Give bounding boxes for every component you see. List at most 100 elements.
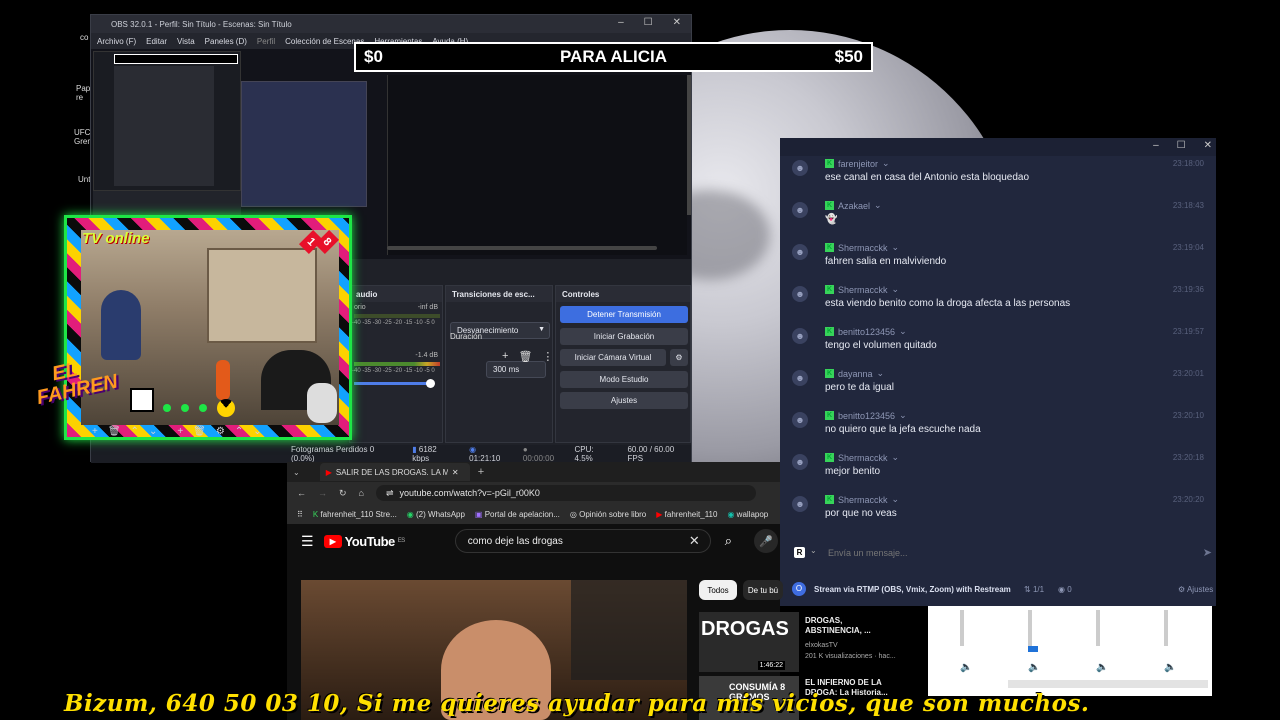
avatar[interactable]: ☻ xyxy=(792,286,808,302)
bookmark-item[interactable]: ▶ fahrenheit_110 xyxy=(656,510,717,519)
mixer-slider[interactable] xyxy=(1028,610,1032,646)
speaker-icon[interactable]: 🔈 xyxy=(1028,662,1040,673)
chevron-down-icon[interactable]: ⌄ xyxy=(810,546,817,555)
duration-input[interactable]: 300 ms xyxy=(486,361,546,378)
chat-username[interactable]: Kdayanna ⌄ xyxy=(825,368,884,379)
menu-vista[interactable]: Vista xyxy=(177,37,195,46)
menu-paneles[interactable]: Paneles (D) xyxy=(205,37,247,46)
chat-username[interactable]: K Shermacckk ⌄ xyxy=(825,284,899,295)
search-icon[interactable]: ⌕ xyxy=(725,533,732,549)
menu-coleccion[interactable]: Colección de Escenas xyxy=(285,37,364,46)
chat-username[interactable]: K Azakael ⌄ xyxy=(825,200,882,211)
address-bar[interactable]: ⇌ youtube.com/watch?v=-pGil_r00K0 xyxy=(375,485,756,501)
gear-icon[interactable]: ⚙ xyxy=(670,349,688,366)
chevron-up-icon[interactable]: ⌃ xyxy=(235,426,243,437)
apps-icon[interactable]: ⠿ xyxy=(297,510,303,519)
bookmark-item[interactable]: ▣ Portal de apelacion... xyxy=(475,510,560,519)
chevron-down-icon[interactable]: ⌄ xyxy=(149,426,157,437)
menu-editar[interactable]: Editar xyxy=(146,37,167,46)
mixer-slider-thumb[interactable] xyxy=(1028,646,1038,652)
chevron-up-icon[interactable]: ⌃ xyxy=(131,426,139,437)
bookmark-label: fahrenheit_110 Stre... xyxy=(320,509,397,519)
browser-tab[interactable]: ▶ SALIR DE LAS DROGAS. LA MEJ ✕ xyxy=(319,463,470,481)
chip-from-search[interactable]: De tu bú xyxy=(743,580,783,600)
maximize-icon[interactable]: ☐ xyxy=(1177,140,1186,151)
speaker-icon[interactable]: 🔈 xyxy=(1164,662,1176,673)
chat-timestamp: 23:20:20 xyxy=(1172,495,1204,504)
bookmark-item[interactable]: ◎ Opinión sobre libro xyxy=(570,510,646,519)
back-icon[interactable]: ← xyxy=(297,488,306,498)
avatar[interactable]: ☻ xyxy=(792,244,808,260)
mixer-scrollbar[interactable] xyxy=(1008,680,1208,688)
close-icon[interactable]: ✕ xyxy=(673,17,681,28)
maximize-icon[interactable]: ☐ xyxy=(644,17,653,28)
chat-message-text: no quiero que la jefa escuche nada xyxy=(825,424,981,435)
pellet-icon xyxy=(163,404,171,412)
close-tab-icon[interactable]: ✕ xyxy=(452,468,459,477)
chat-message-input[interactable] xyxy=(828,544,1178,562)
more-icon[interactable]: ⋮ xyxy=(542,350,553,363)
microphone-icon[interactable]: 🎤 xyxy=(754,529,779,553)
trash-icon[interactable]: 🗑 xyxy=(518,350,532,363)
chat-username[interactable]: K Shermacckk ⌄ xyxy=(825,242,899,253)
bookmark-item[interactable]: ◉ (2) WhatsApp xyxy=(407,510,465,519)
volume-slider[interactable] xyxy=(354,382,434,385)
speaker-icon[interactable]: 🔈 xyxy=(1096,662,1108,673)
start-recording-button[interactable]: Iniciar Grabación xyxy=(560,328,688,345)
studio-mode-button[interactable]: Modo Estudio xyxy=(560,371,688,388)
send-icon[interactable]: ➤ xyxy=(1203,546,1212,559)
chat-settings-button[interactable]: ⚙ Ajustes xyxy=(1178,585,1213,594)
new-tab-icon[interactable]: + xyxy=(478,466,484,478)
reload-icon[interactable]: ↻ xyxy=(339,488,347,499)
chat-username[interactable]: K Shermacckk ⌄ xyxy=(825,494,899,505)
mixer-slider[interactable] xyxy=(960,610,964,646)
avatar[interactable]: ☻ xyxy=(792,412,808,428)
gear-icon[interactable]: ⚙ xyxy=(216,426,225,437)
volume-slider-handle[interactable] xyxy=(426,379,435,388)
hamburger-menu-icon[interactable]: ☰ xyxy=(301,533,314,550)
menu-archivo[interactable]: Archivo (F) xyxy=(97,37,136,46)
preview-scrollbar-v[interactable] xyxy=(687,75,691,215)
avatar[interactable]: ☻ xyxy=(792,160,808,176)
chat-username[interactable]: Kbenitto123456 ⌄ xyxy=(825,326,907,337)
trash-icon[interactable]: 🗑 xyxy=(108,426,121,437)
bookmark-item[interactable]: K fahrenheit_110 Stre... xyxy=(313,510,397,519)
youtube-logo[interactable]: ▶ YouTube ES xyxy=(323,534,405,549)
related-channel-1[interactable]: elxokasTV xyxy=(805,642,838,649)
forward-icon[interactable]: → xyxy=(318,488,327,498)
chat-username[interactable]: Kbenitto123456 ⌄ xyxy=(825,410,907,421)
avatar[interactable]: ☻ xyxy=(792,370,808,386)
stop-streaming-button[interactable]: Detener Transmisión xyxy=(560,306,688,323)
clear-search-icon[interactable]: ✕ xyxy=(689,533,700,549)
chat-username[interactable]: Kfarenjeitor ⌄ xyxy=(825,158,890,169)
chat-username[interactable]: K Shermacckk ⌄ xyxy=(825,452,899,463)
preview-scrollbar-h[interactable] xyxy=(387,246,657,250)
chevron-down-icon[interactable]: ⌄ xyxy=(253,426,261,437)
mixer-slider[interactable] xyxy=(1096,610,1100,646)
menu-perfil[interactable]: Perfil xyxy=(257,37,275,46)
speaker-icon[interactable]: 🔈 xyxy=(960,662,972,673)
settings-button[interactable]: Ajustes xyxy=(560,392,688,409)
related-title-1[interactable]: DROGAS, ABSTINENCIA, ... xyxy=(805,616,897,636)
trash-icon[interactable]: 🗑 xyxy=(193,426,206,437)
avatar[interactable]: ☻ xyxy=(792,496,808,512)
add-icon[interactable]: + xyxy=(92,426,98,437)
close-icon[interactable]: ✕ xyxy=(1204,140,1212,151)
add-source-icon[interactable]: + xyxy=(177,426,183,437)
avatar[interactable]: ☻ xyxy=(792,328,808,344)
chip-all[interactable]: Todos xyxy=(699,580,737,600)
restream-icon[interactable]: R xyxy=(794,547,805,558)
avatar[interactable]: ☻ xyxy=(792,454,808,470)
related-thumb-1[interactable]: DROGAS 1:46:22 xyxy=(699,612,799,672)
minimize-icon[interactable]: – xyxy=(1153,140,1159,151)
add-transition-icon[interactable]: + xyxy=(502,350,508,363)
avatar[interactable]: ☻ xyxy=(792,202,808,218)
home-icon[interactable]: ⌂ xyxy=(359,488,364,498)
youtube-search-box[interactable]: como deje las drogas ✕ xyxy=(454,529,711,553)
bookmark-item[interactable]: ◉ wallapop xyxy=(727,510,768,519)
minimize-icon[interactable]: – xyxy=(618,17,624,28)
desktop-icon-label[interactable]: co xyxy=(80,33,88,42)
start-virtual-camera-button[interactable]: Iniciar Cámara Virtual xyxy=(560,349,666,366)
tab-list-icon[interactable]: ⌄ xyxy=(293,468,300,477)
mixer-slider[interactable] xyxy=(1164,610,1168,646)
